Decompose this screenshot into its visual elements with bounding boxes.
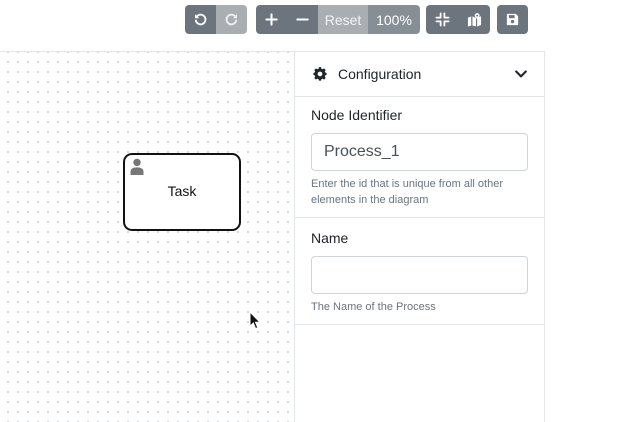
save-button[interactable]: [497, 5, 528, 34]
toolbar: Reset 100%: [0, 0, 620, 52]
redo-icon: [225, 13, 238, 26]
panel-header[interactable]: Configuration: [295, 52, 544, 97]
panel-title: Configuration: [338, 66, 422, 82]
view-button-group: [426, 5, 490, 34]
mouse-pointer-icon: [249, 311, 261, 330]
diagram-canvas[interactable]: [0, 52, 294, 422]
chevron-down-icon[interactable]: [514, 67, 528, 81]
save-icon: [506, 13, 519, 26]
map-icon: [467, 13, 481, 27]
task-node[interactable]: Task: [123, 153, 241, 231]
fit-to-screen-button[interactable]: [426, 5, 458, 34]
zoom-button-group: Reset 100%: [256, 5, 420, 34]
zoom-reset-button[interactable]: Reset: [318, 5, 368, 34]
node-identifier-input[interactable]: [311, 133, 528, 171]
gear-icon: [313, 67, 327, 81]
plus-icon: [265, 13, 278, 26]
undo-button[interactable]: [185, 5, 216, 34]
zoom-out-button[interactable]: [287, 5, 318, 34]
save-button-group: [497, 5, 528, 34]
name-label: Name: [311, 230, 349, 246]
task-label: Task: [167, 183, 197, 199]
node-identifier-help: Enter the id that is unique from all oth…: [311, 178, 503, 206]
user-icon: [130, 158, 144, 175]
properties-panel: Configuration Node Identifier Enter the …: [294, 52, 545, 422]
name-help: The Name of the Process: [311, 301, 436, 313]
name-section: Name The Name of the Process: [295, 218, 544, 325]
undo-icon: [194, 13, 207, 26]
zoom-level-display[interactable]: 100%: [368, 5, 420, 34]
history-button-group: [185, 5, 247, 34]
minus-icon: [296, 18, 309, 21]
node-identifier-section: Node Identifier Enter the id that is uni…: [295, 97, 544, 218]
zoom-in-button[interactable]: [256, 5, 287, 34]
name-input[interactable]: [311, 256, 528, 294]
node-identifier-label: Node Identifier: [311, 107, 403, 123]
minimap-button[interactable]: [458, 5, 490, 34]
compress-icon: [435, 12, 449, 27]
redo-button[interactable]: [216, 5, 247, 34]
